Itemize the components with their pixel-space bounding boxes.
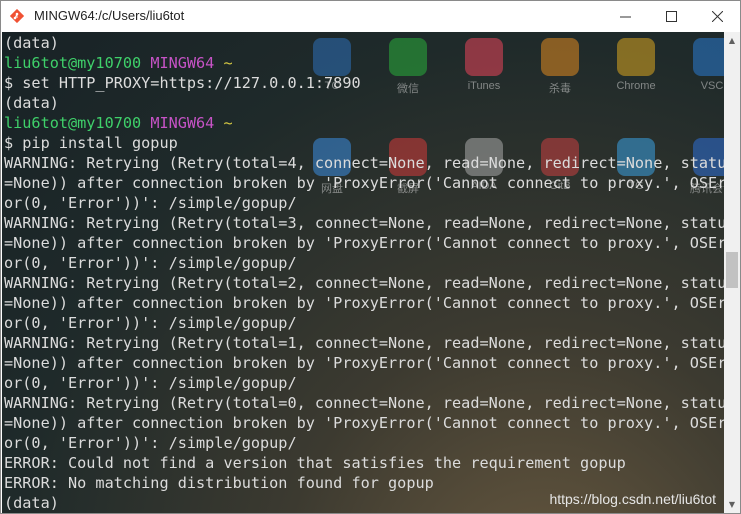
watermark: https://blog.csdn.net/liu6tot (549, 491, 716, 507)
prompt-user: liu6tot@my10700 (4, 114, 142, 132)
minimize-icon (619, 16, 631, 18)
output-line: =None)) after connection broken by 'Prox… (4, 234, 724, 252)
maximize-icon (665, 11, 677, 22)
prompt-line: liu6tot@my10700 MINGW64 ~ (4, 53, 724, 73)
output-line: =None)) after connection broken by 'Prox… (4, 354, 724, 372)
output-line: WARNING: Retrying (Retry(total=2, connec… (4, 274, 724, 292)
prompt-host: MINGW64 (150, 54, 215, 72)
output-line: $ pip install gopup (4, 134, 178, 152)
output-line: or(0, 'Error'))': /simple/gopup/ (4, 434, 297, 452)
output-line: or(0, 'Error'))': /simple/gopup/ (4, 194, 297, 212)
prompt-host: MINGW64 (150, 114, 215, 132)
close-button[interactable] (694, 1, 740, 32)
terminal-window: MINGW64:/c/Users/liu6tot TC 微信 iTunes 杀毒 Chr… (0, 0, 741, 514)
window-title: MINGW64:/c/Users/liu6tot (34, 8, 185, 23)
output-line: =None)) after connection broken by 'Prox… (4, 174, 724, 192)
prompt-path: ~ (223, 114, 233, 132)
close-icon (711, 11, 723, 22)
maximize-button[interactable] (648, 1, 694, 32)
minimize-button[interactable] (602, 1, 648, 32)
title-bar[interactable]: MINGW64:/c/Users/liu6tot (1, 1, 740, 32)
output-line: (data) (4, 34, 59, 52)
output-line: WARNING: Retrying (Retry(total=0, connec… (4, 394, 724, 412)
output-line: WARNING: Retrying (Retry(total=1, connec… (4, 334, 724, 352)
output-line: ERROR: Could not find a version that sat… (4, 454, 626, 472)
git-bash-icon (10, 9, 24, 23)
output-line: =None)) after connection broken by 'Prox… (4, 294, 724, 312)
output-line: (data) (4, 94, 59, 112)
output-line: WARNING: Retrying (Retry(total=3, connec… (4, 214, 724, 232)
prompt-line: liu6tot@my10700 MINGW64 ~ (4, 113, 724, 133)
output-line: $ set HTTP_PROXY=https://127.0.0.1:7890 (4, 74, 361, 92)
output-line: or(0, 'Error'))': /simple/gopup/ (4, 374, 297, 392)
scroll-down-arrow-icon[interactable]: ▼ (724, 496, 740, 513)
terminal-lines: (data) liu6tot@my10700 MINGW64 ~ $ set HTT… (4, 33, 724, 513)
output-line: or(0, 'Error'))': /simple/gopup/ (4, 314, 297, 332)
terminal-output[interactable]: TC微信iTunes杀毒ChromeVSC网盘截屏AIDAGitBTG腾讯会议 … (2, 32, 724, 513)
output-line: ERROR: No matching distribution found fo… (4, 474, 434, 492)
output-line: =None)) after connection broken by 'Prox… (4, 414, 724, 432)
vertical-scrollbar[interactable]: ▲ ▼ (724, 32, 740, 513)
scroll-up-arrow-icon[interactable]: ▲ (724, 32, 740, 49)
scrollbar-thumb[interactable] (726, 252, 738, 288)
prompt-path: ~ (223, 54, 233, 72)
output-line: WARNING: Retrying (Retry(total=4, connec… (4, 154, 724, 172)
prompt-user: liu6tot@my10700 (4, 54, 142, 72)
output-line: or(0, 'Error'))': /simple/gopup/ (4, 254, 297, 272)
